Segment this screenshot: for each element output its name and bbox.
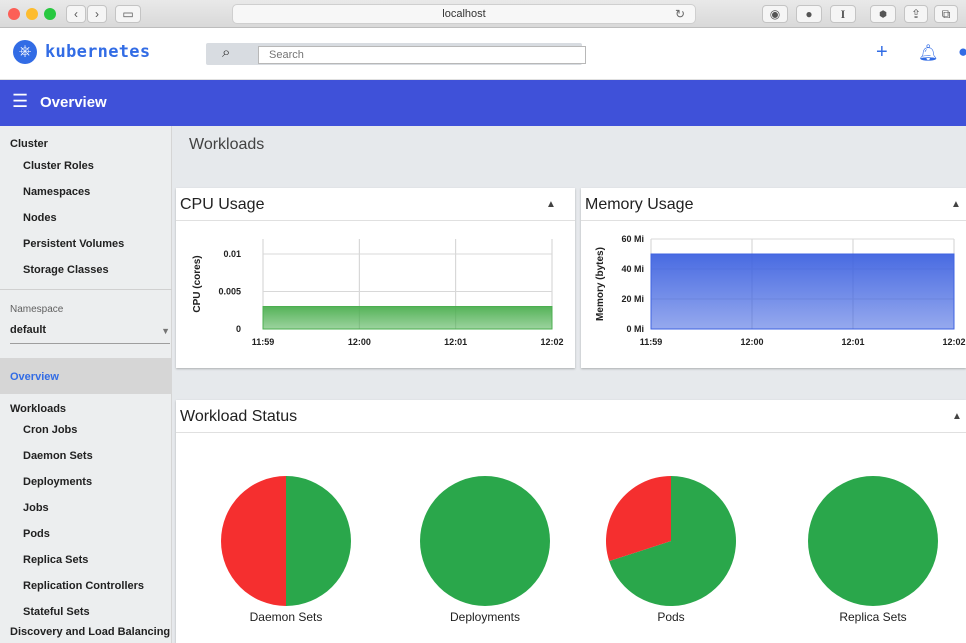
cpu-xtick-label: 12:00 — [348, 337, 371, 347]
card-divider — [176, 432, 966, 433]
mem-xtick-label: 12:02 — [942, 337, 965, 347]
mem-xtick-label: 12:01 — [841, 337, 864, 347]
adblock-extension-icon[interactable]: ⬢ — [870, 5, 896, 23]
sidebar-item-deployments[interactable]: Deployments — [23, 476, 92, 488]
privacy-extension-icon[interactable]: ◉ — [762, 5, 788, 23]
namespace-select[interactable]: default ▼ — [10, 324, 170, 344]
memory-usage-chart: 0 Mi 20 Mi 40 Mi 60 Mi 11:59 12:00 12:01 12:02 M… — [595, 234, 966, 347]
back-button[interactable]: ‹ — [66, 5, 86, 23]
status-card-title: Workload Status — [180, 408, 298, 425]
brand-name: kubernetes — [45, 42, 151, 62]
collapse-icon[interactable]: ▲ — [546, 199, 556, 210]
hamburger-menu-icon[interactable]: ☰ — [12, 91, 28, 112]
memory-card-title: Memory Usage — [585, 196, 694, 213]
sidebar-heading-cluster[interactable]: Cluster — [10, 138, 48, 150]
memory-usage-card: Memory Usage ▲ 0 Mi 20 Mi 40 Mi 60 Mi 11:59 1… — [581, 188, 966, 368]
cpu-usage-card: CPU Usage ▲ 0 0.005 0.01 11:59 12:00 12:01 12:… — [176, 188, 575, 368]
browser-toolbar: ‹ › ▭ localhost ↻ ◉ ● I ⬢ ⇪ ⧉ — [0, 0, 966, 28]
sidebar-item-persistent-volumes[interactable]: Persistent Volumes — [23, 238, 124, 250]
cpu-xtick-label: 12:02 — [540, 337, 563, 347]
cpu-usage-chart: 0 0.005 0.01 11:59 12:00 12:01 12:02 CPU (cores… — [192, 239, 564, 347]
pie-label-deployments: Deployments — [449, 610, 521, 624]
cpu-ytick-label: 0 — [236, 324, 241, 334]
forward-button[interactable]: › — [87, 5, 107, 23]
account-avatar-icon[interactable]: ● — [958, 42, 966, 62]
mem-ytick-label: 40 Mi — [621, 264, 644, 274]
sidebar-item-nodes[interactable]: Nodes — [23, 212, 57, 224]
sidebar-item-overview[interactable]: Overview — [0, 358, 172, 394]
sidebar-item-jobs[interactable]: Jobs — [23, 502, 49, 514]
mem-ytick-label: 60 Mi — [621, 234, 644, 244]
address-bar[interactable]: localhost ↻ — [232, 4, 696, 24]
workload-status-card: Workload Status ▲ — [176, 400, 966, 643]
mem-ytick-label: 0 Mi — [626, 324, 644, 334]
share-icon[interactable]: ⇪ — [904, 5, 928, 23]
kubernetes-logo-icon: ⎈ — [13, 40, 37, 64]
sidebar: Cluster Cluster Roles Namespaces Nodes P… — [0, 126, 172, 643]
sidebar-heading-workloads[interactable]: Workloads — [10, 403, 66, 415]
minimize-window-button[interactable] — [26, 8, 38, 20]
notifications-bell-icon[interactable]: 🔔︎ — [918, 43, 938, 63]
pie-label-pods: Pods — [657, 610, 685, 624]
sidebar-item-cluster-roles[interactable]: Cluster Roles — [23, 160, 94, 172]
sidebar-item-cron-jobs[interactable]: Cron Jobs — [23, 424, 77, 436]
namespace-label: Namespace — [10, 304, 64, 315]
page-toolbar: ☰ Overview — [0, 80, 966, 126]
sidebar-item-namespaces[interactable]: Namespaces — [23, 186, 90, 198]
cpu-xtick-label: 11:59 — [252, 337, 275, 347]
address-text: localhost — [442, 8, 486, 20]
create-plus-icon[interactable]: + — [876, 41, 888, 64]
cpu-area — [262, 306, 553, 330]
sidebar-item-stateful-sets[interactable]: Stateful Sets — [23, 606, 90, 618]
section-title: Workloads — [189, 136, 265, 153]
search-bar: ⌕ — [206, 43, 586, 65]
collapse-icon[interactable]: ▲ — [952, 411, 962, 422]
pie-label-daemon-sets: Daemon Sets — [249, 610, 323, 624]
sidebar-item-storage-classes[interactable]: Storage Classes — [23, 264, 109, 276]
close-window-button[interactable] — [8, 8, 20, 20]
cpu-ytick-label: 0.01 — [223, 249, 241, 259]
sidebar-heading-discovery[interactable]: Discovery and Load Balancing — [10, 626, 170, 638]
mem-area — [650, 253, 955, 330]
mem-ytick-label: 20 Mi — [621, 294, 644, 304]
search-icon[interactable]: ⌕ — [222, 44, 230, 61]
dropdown-arrow-icon: ▼ — [161, 326, 170, 336]
reader-extension-icon[interactable]: I — [830, 5, 856, 23]
sidebar-toggle-icon[interactable]: ▭ — [115, 5, 141, 23]
namespace-value: default — [10, 324, 47, 336]
search-input[interactable] — [258, 46, 586, 64]
sidebar-item-replica-sets[interactable]: Replica Sets — [23, 554, 88, 566]
sidebar-item-overview-label: Overview — [10, 371, 59, 383]
sidebar-item-daemon-sets[interactable]: Daemon Sets — [23, 450, 93, 462]
zoom-window-button[interactable] — [44, 8, 56, 20]
sidebar-item-pods[interactable]: Pods — [23, 528, 50, 540]
grammar-extension-icon[interactable]: ● — [796, 5, 822, 23]
mem-xtick-label: 11:59 — [640, 337, 663, 347]
cpu-ylabel: CPU (cores) — [192, 255, 203, 312]
sidebar-item-replication-controllers[interactable]: Replication Controllers — [23, 580, 144, 592]
cpu-xtick-label: 12:01 — [444, 337, 467, 347]
collapse-icon[interactable]: ▲ — [951, 199, 961, 210]
app-header: ⎈ kubernetes ⌕ + 🔔︎ ● — [0, 28, 966, 80]
mem-xtick-label: 12:00 — [740, 337, 763, 347]
reload-icon[interactable]: ↻ — [675, 5, 685, 23]
mem-ylabel: Memory (bytes) — [595, 247, 606, 321]
page-title: Overview — [40, 94, 107, 111]
sidebar-divider — [0, 289, 172, 290]
cpu-card-title: CPU Usage — [180, 196, 265, 213]
pie-label-replica-sets: Replica Sets — [839, 610, 907, 624]
tabs-icon[interactable]: ⧉ — [934, 5, 958, 23]
cpu-ytick-label: 0.005 — [218, 287, 241, 297]
